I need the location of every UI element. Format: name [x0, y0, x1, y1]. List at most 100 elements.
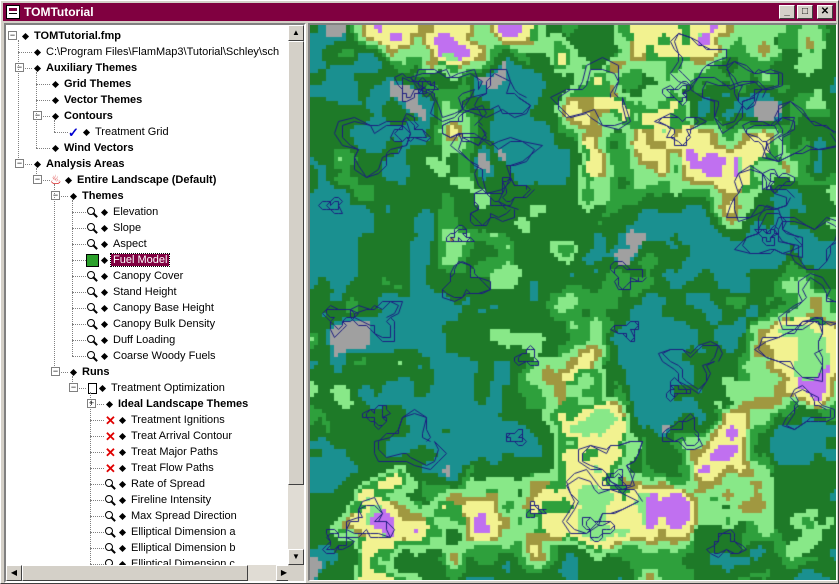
magnifier-icon: [104, 478, 117, 491]
tree-item-tmaj[interactable]: ✕ Treat Major Paths: [104, 444, 220, 460]
tree-item-ideal[interactable]: Ideal Landscape Themes: [104, 396, 250, 412]
bullet-icon: [98, 384, 107, 392]
tree-item-label: Duff Loading: [113, 334, 176, 346]
bullet-icon: [118, 432, 127, 440]
tree-vertical-scrollbar[interactable]: ▲ ▼: [288, 25, 304, 565]
tree-connector: [18, 40, 19, 164]
bullet-icon: [69, 368, 78, 376]
tree-item-cwf[interactable]: Coarse Woody Fuels: [86, 348, 218, 364]
tree-item-label: Analysis Areas: [46, 158, 125, 170]
minimize-button[interactable]: _: [779, 5, 795, 19]
project-tree-panel: − TOMTutorial.fmp C:\Program Files\FlamMap…: [4, 23, 306, 583]
tree-item-cancov[interactable]: Canopy Cover: [86, 268, 185, 284]
tree-item-tflow[interactable]: ✕ Treat Flow Paths: [104, 460, 216, 476]
tree-item-elev[interactable]: Elevation: [86, 204, 160, 220]
x-mark-icon: ✕: [105, 444, 116, 460]
bullet-icon: [100, 224, 109, 232]
tree-connector: [90, 436, 104, 437]
tree-connector: [72, 228, 86, 229]
tree-item-label: Treatment Ignitions: [131, 414, 225, 426]
tree-item-msd[interactable]: Max Spread Direction: [104, 508, 239, 524]
scroll-left-button[interactable]: ◀: [6, 565, 22, 581]
tree-expander[interactable]: −: [8, 31, 17, 40]
tree-item-slope[interactable]: Slope: [86, 220, 143, 236]
bullet-icon: [118, 528, 127, 536]
tree-item-runs[interactable]: Runs: [68, 364, 112, 380]
title-bar[interactable]: TOMTutorial _ □ ✕: [3, 3, 836, 21]
bullet-icon: [100, 272, 109, 280]
tree-expander[interactable]: −: [33, 111, 42, 120]
tree-item-duff[interactable]: Duff Loading: [86, 332, 177, 348]
bullet-icon: [100, 336, 109, 344]
tree-item-ellc[interactable]: Elliptical Dimension c: [104, 556, 237, 565]
tree-item-fli[interactable]: Fireline Intensity: [104, 492, 213, 508]
tree-item-vector[interactable]: Vector Themes: [50, 92, 144, 108]
tree-item-themes[interactable]: Themes: [68, 188, 126, 204]
tree-item-label: C:\Program Files\FlamMap3\Tutorial\Schle…: [46, 46, 280, 58]
tree-horizontal-scrollbar[interactable]: ◀ ▶: [6, 565, 292, 581]
tree-item-wind[interactable]: Wind Vectors: [50, 140, 136, 156]
scroll-up-button[interactable]: ▲: [288, 25, 304, 41]
tree-item-root[interactable]: TOMTutorial.fmp: [20, 28, 123, 44]
tree-item-ellb[interactable]: Elliptical Dimension b: [104, 540, 238, 556]
magnifier-icon: [86, 270, 99, 283]
maximize-button[interactable]: □: [797, 5, 813, 19]
tree-connector: [72, 212, 86, 213]
tree-item-label: Elliptical Dimension c: [131, 558, 235, 565]
tree-item-aspect[interactable]: Aspect: [86, 236, 149, 252]
tree-expander[interactable]: −: [51, 191, 60, 200]
bullet-icon: [118, 480, 127, 488]
magnifier-icon: [86, 350, 99, 363]
tree-item-cbh[interactable]: Canopy Base Height: [86, 300, 216, 316]
tree-expander[interactable]: −: [33, 175, 42, 184]
tree-item-entire[interactable]: Entire Landscape (Default): [50, 172, 218, 188]
scroll-down-button[interactable]: ▼: [288, 549, 304, 565]
tree-expander[interactable]: −: [15, 159, 24, 168]
fuel-model-map[interactable]: [310, 25, 836, 580]
tree-item-label: Max Spread Direction: [131, 510, 237, 522]
tree-item-standh[interactable]: Stand Height: [86, 284, 179, 300]
tree-item-path[interactable]: C:\Program Files\FlamMap3\Tutorial\Schle…: [32, 44, 281, 60]
tree-expander[interactable]: −: [15, 63, 24, 72]
tree-item-grid[interactable]: Grid Themes: [50, 76, 133, 92]
bullet-icon: [69, 192, 78, 200]
tree-item-ros[interactable]: Rate of Spread: [104, 476, 207, 492]
tree-expander[interactable]: +: [87, 399, 96, 408]
tree-item-label: Slope: [113, 222, 142, 234]
tree-item-analysis[interactable]: Analysis Areas: [32, 156, 126, 172]
magnifier-icon: [86, 238, 99, 251]
tree-item-tign[interactable]: ✕ Treatment Ignitions: [104, 412, 227, 428]
tree-connector: [54, 184, 55, 372]
bullet-icon: [51, 112, 60, 120]
project-tree[interactable]: − TOMTutorial.fmp C:\Program Files\FlamMap…: [6, 25, 292, 565]
bullet-icon: [105, 400, 114, 408]
vertical-scroll-thumb[interactable]: [288, 41, 304, 485]
close-button[interactable]: ✕: [817, 5, 833, 19]
app-window: TOMTutorial _ □ ✕ − TOMTutorial.fmp C:\Pro…: [0, 0, 839, 584]
tree-item-contours[interactable]: Contours: [50, 108, 115, 124]
bullet-icon: [100, 256, 109, 264]
tree-item-treatgrid[interactable]: ✓ Treatment Grid: [68, 124, 171, 140]
tree-item-fuel[interactable]: Fuel Model: [86, 252, 171, 268]
tree-item-aux[interactable]: Auxiliary Themes: [32, 60, 139, 76]
tree-connector: [72, 276, 86, 277]
tree-expander[interactable]: −: [69, 383, 78, 392]
bullet-icon: [33, 48, 42, 56]
app-icon[interactable]: [6, 5, 20, 19]
tree-item-ella[interactable]: Elliptical Dimension a: [104, 524, 238, 540]
tree-item-label: Auxiliary Themes: [46, 62, 138, 74]
tree-item-topt[interactable]: Treatment Optimization: [86, 380, 227, 396]
bullet-icon: [51, 80, 60, 88]
tree-connector: [72, 308, 86, 309]
tree-expander[interactable]: −: [51, 367, 60, 376]
tree-connector: [72, 340, 86, 341]
tree-item-cbd[interactable]: Canopy Bulk Density: [86, 316, 217, 332]
horizontal-scroll-thumb[interactable]: [22, 565, 248, 581]
map-view[interactable]: [308, 23, 837, 581]
tree-item-tarr[interactable]: ✕ Treat Arrival Contour: [104, 428, 234, 444]
tree-connector: [90, 392, 91, 564]
tree-item-label: Treat Flow Paths: [131, 462, 214, 474]
bullet-icon: [51, 144, 60, 152]
tree-connector: [36, 148, 50, 149]
tree-item-label: Canopy Cover: [113, 270, 184, 282]
